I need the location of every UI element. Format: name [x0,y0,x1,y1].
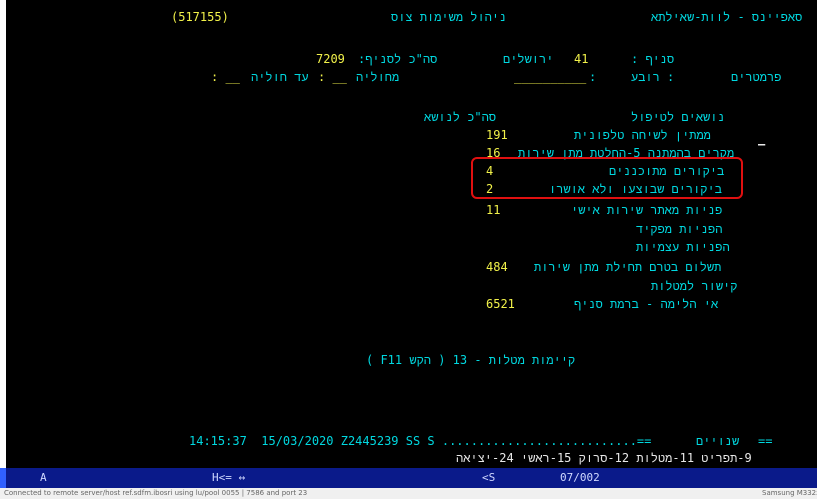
row-label[interactable]: הפניות מפקיד [636,222,722,236]
to-unit-field[interactable]: : __ [211,70,240,84]
status-end-mark: == [758,434,773,448]
field-separator: : [589,70,597,84]
branch-total-value: 7209 [316,52,345,66]
branch-label: סניף : [631,52,675,66]
terminal-screen[interactable]: (517155) ניהול משימות צוס סאפיינס - לוות… [6,0,817,468]
row-value: 6521 [486,297,515,311]
quarter-label: : רובע [631,70,675,84]
existing-tasks-message[interactable]: קיימות מטלות - 13 ( הקש F11 ) [366,353,575,367]
session-code: (517155) [171,10,229,24]
function-keys-bar[interactable]: 9-תפריט 11-מטלות 12-סרוק 15-ראשי 24-יציא… [456,451,752,465]
status-indicator-a: A [40,471,47,484]
connection-text: Connected to remote server/host ref.sdfm… [4,489,308,497]
from-unit-label: מחוליה [356,70,400,84]
parameters-label: פרמטרים [731,70,782,84]
col-topics-header: נושאים לטיפול [631,110,725,124]
screen-title: ניהול משימות צוס [391,10,507,24]
app-path: סאפיינס - לוות-שאילתא [651,10,803,24]
row-value: 11 [486,203,501,217]
row-label[interactable]: פניות מאתר שירות אישי [571,203,722,217]
from-unit-field[interactable]: : __ [318,70,347,84]
row-label[interactable]: הפניות עצמיות [636,240,730,254]
status-timestamp: 14:15:37 15/03/2020 Z2445239 SS S ......… [189,434,652,448]
branch-code[interactable]: 41 [574,52,588,66]
row-value: 484 [486,260,508,274]
row-label[interactable]: קישור למטלות [651,279,737,293]
branch-name: ירושלים [503,52,554,66]
changes-label: שנויים [696,434,740,448]
device-label: Samsung M332x [762,489,817,497]
connection-footer: Connected to remote server/host ref.sdfm… [0,488,817,499]
to-unit-label: עד חוליה [251,70,309,84]
highlight-box [471,157,743,199]
row-label[interactable]: אי הלימה - ברמת סניף [574,297,718,311]
row-value: 191 [486,128,508,142]
quarter-field[interactable]: __________ [514,70,586,84]
col-total-header: סה"כ לנושא [424,110,497,124]
emulator-status-bar: A H<= ↔ <S 07/002 [0,468,817,488]
cursor-position: 07/002 [560,471,600,484]
branch-total-label: סה"כ לסניף: [358,52,438,66]
status-indicator-mid: H<= ↔ [212,471,246,484]
status-corner [0,468,6,488]
status-indicator-s: <S [482,471,496,484]
row-label[interactable]: תשלום בטרם תחילת מתן שירות [534,260,721,274]
row-label[interactable]: ממתין לשיחה טלפונית [574,128,711,142]
cursor-mark: – [758,137,766,151]
